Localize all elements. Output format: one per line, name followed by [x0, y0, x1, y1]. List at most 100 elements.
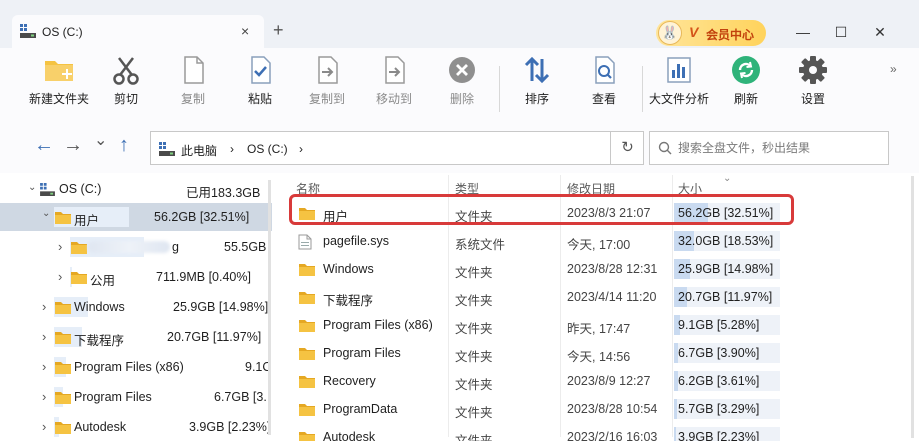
new-folder-button[interactable]: 新建文件夹: [24, 54, 94, 118]
tree-root-used: 已用183.3GB: [186, 186, 261, 200]
tree-item[interactable]: › 下载程序 20.7GB [11.97%]: [0, 323, 272, 351]
tree-item-size: 56.2GB [32.51%]: [154, 210, 250, 224]
file-modified: 2023/2/16 16:03: [567, 430, 658, 441]
file-type: 文件夹: [455, 350, 493, 364]
breadcrumb-separator[interactable]: ›: [299, 142, 303, 156]
size-bar-fill: [674, 399, 677, 419]
folder-icon: [299, 348, 315, 360]
file-name: 下载程序: [323, 294, 374, 308]
table-row[interactable]: Autodesk 文件夹 2023/2/16 16:03 3.9GB [2.23…: [286, 423, 919, 441]
tree-item[interactable]: › Program Files 6.7GB [3.: [0, 383, 272, 411]
cut-button[interactable]: 剪切: [91, 54, 161, 118]
tab-close-icon[interactable]: ×: [241, 23, 249, 39]
rabbit-icon: 🐰: [658, 21, 682, 45]
chevron-right-icon[interactable]: ›: [42, 329, 46, 344]
folder-icon: [299, 432, 315, 441]
search-icon: [658, 141, 672, 155]
history-dropdown-button[interactable]: ⌄: [94, 131, 107, 151]
search-box[interactable]: [649, 131, 889, 165]
vip-label: 会员中心: [706, 28, 755, 42]
tree-item[interactable]: › g 55.5GB: [0, 233, 272, 261]
chevron-right-icon[interactable]: ›: [42, 299, 46, 314]
gear-icon: [799, 56, 827, 84]
view-button[interactable]: 查看: [569, 54, 639, 118]
refresh-icon: [732, 56, 760, 84]
file-size: 3.9GB [2.23%]: [678, 430, 760, 441]
address-bar[interactable]: 此电脑 › OS (C:) › ↻: [150, 131, 644, 165]
tree-item-size: 20.7GB [11.97%]: [167, 330, 262, 344]
view-icon: [595, 56, 615, 84]
table-row[interactable]: Recovery 文件夹 2023/8/9 12:27 6.2GB [3.61%…: [286, 367, 919, 395]
chart-icon: [667, 57, 691, 83]
tree-item[interactable]: ⌄ 用户 56.2GB [32.51%]: [0, 203, 272, 231]
table-row[interactable]: Program Files (x86) 文件夹 昨天, 17:47 9.1GB …: [286, 311, 919, 339]
copy-to-button[interactable]: 复制到: [292, 54, 362, 118]
move-to-button[interactable]: 移动到: [359, 54, 429, 118]
tool-label: 剪切: [113, 92, 138, 106]
close-button[interactable]: ✕: [865, 20, 895, 44]
table-row[interactable]: pagefile.sys 系统文件 今天, 17:00 32.0GB [18.5…: [286, 227, 919, 255]
tree-root[interactable]: ⌄ OS (C:) 已用183.3GB: [0, 175, 272, 203]
tree-item-name: 用户: [74, 214, 100, 228]
chevron-right-icon[interactable]: ›: [42, 389, 46, 404]
tree-scrollbar[interactable]: [268, 180, 271, 435]
table-row[interactable]: 下载程序 文件夹 2023/4/14 11:20 20.7GB [11.97%]: [286, 283, 919, 311]
toolbar-separator: [499, 66, 500, 112]
table-row[interactable]: Program Files 文件夹 今天, 14:56 6.7GB [3.90%…: [286, 339, 919, 367]
table-row[interactable]: Windows 文件夹 2023/8/28 12:31 25.9GB [14.9…: [286, 255, 919, 283]
settings-button[interactable]: 设置: [778, 54, 848, 118]
back-button[interactable]: ←: [34, 135, 54, 155]
toolbar-more-button[interactable]: »: [890, 62, 897, 76]
chevron-down-icon[interactable]: ⌄: [28, 182, 36, 193]
tool-label: 查看: [591, 92, 616, 106]
tool-label: 刷新: [733, 92, 758, 106]
maximize-button[interactable]: ☐: [826, 20, 856, 44]
tree-item[interactable]: › Program Files (x86) 9.1C: [0, 353, 272, 381]
chevron-down-icon[interactable]: ⌄: [42, 208, 50, 219]
chevron-right-icon[interactable]: ›: [58, 239, 62, 254]
folder-icon: [71, 272, 87, 284]
copy-button[interactable]: 复制: [158, 54, 228, 118]
refresh-toolbar-button[interactable]: 刷新: [711, 54, 781, 118]
redacted-name: [88, 241, 170, 253]
file-modified: 2023/8/28 12:31: [567, 262, 658, 276]
up-button[interactable]: ↑: [119, 135, 129, 155]
large-file-analysis-button[interactable]: 大文件分析: [644, 54, 714, 118]
tree-item[interactable]: › Windows 25.9GB [14.98%]: [0, 293, 272, 321]
folder-icon: [71, 242, 87, 254]
chevron-right-icon[interactable]: ›: [42, 359, 46, 374]
tree-item-name: 下载程序: [74, 334, 125, 348]
table-row[interactable]: ProgramData 文件夹 2023/8/28 10:54 5.7GB [3…: [286, 395, 919, 423]
paste-button[interactable]: 粘贴: [225, 54, 295, 118]
file-name: Program Files: [323, 346, 401, 360]
sort-button[interactable]: 排序: [502, 54, 572, 118]
delete-button[interactable]: 删除: [427, 54, 497, 118]
tree-item[interactable]: › Autodesk 3.9GB [2.23%]: [0, 413, 272, 441]
minimize-button[interactable]: —: [788, 20, 818, 44]
new-folder-icon: [45, 61, 73, 81]
tree-item[interactable]: › 公用 711.9MB [0.40%]: [0, 263, 272, 291]
file-name: ProgramData: [323, 402, 398, 416]
chevron-right-icon[interactable]: ›: [58, 269, 62, 284]
search-input[interactable]: [678, 140, 878, 156]
breadcrumb-os-c[interactable]: OS (C:): [247, 142, 288, 156]
this-pc-icon: [159, 142, 175, 156]
file-type: 文件夹: [455, 266, 493, 280]
address-refresh-button[interactable]: ↻: [610, 132, 644, 164]
paste-icon: [251, 56, 271, 84]
drive-icon: [20, 24, 36, 38]
vip-center-button[interactable]: 🐰 V 会员中心: [656, 20, 766, 46]
file-type: 文件夹: [455, 294, 493, 308]
list-scrollbar[interactable]: [911, 176, 914, 438]
tab-os-c[interactable]: OS (C:) ×: [12, 15, 264, 48]
tool-label: 删除: [449, 92, 474, 106]
breadcrumb-this-pc[interactable]: 此电脑: [181, 142, 217, 159]
toolbar: 新建文件夹 剪切 复制 粘贴 复制到 移动到 删除 排序 查看 大文件分析 刷新…: [0, 48, 919, 123]
tool-label: 复制到: [308, 92, 345, 106]
tree-item-size: 3.9GB [2.23%]: [189, 420, 271, 434]
breadcrumb-separator[interactable]: ›: [230, 142, 234, 156]
forward-button[interactable]: →: [63, 135, 83, 155]
chevron-right-icon[interactable]: ›: [42, 419, 46, 434]
size-bar-fill: [674, 427, 676, 441]
new-tab-button[interactable]: +: [273, 21, 284, 39]
